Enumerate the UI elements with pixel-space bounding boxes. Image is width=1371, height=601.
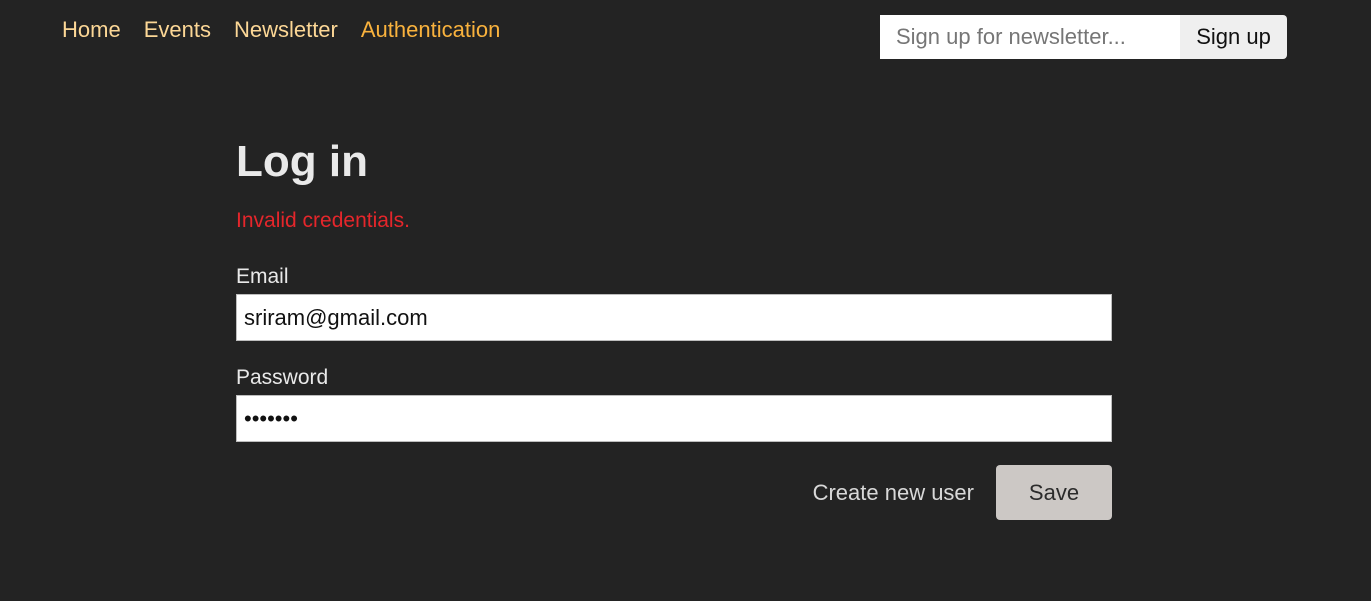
password-label: Password <box>236 366 329 389</box>
newsletter-signup-form: Sign up <box>880 15 1287 59</box>
save-button[interactable]: Save <box>996 465 1112 520</box>
newsletter-email-input[interactable] <box>880 15 1180 59</box>
password-input[interactable] <box>236 395 1112 442</box>
nav-authentication-link[interactable]: Authentication <box>361 17 500 43</box>
error-message: Invalid credentials. <box>236 209 410 232</box>
nav-home-link[interactable]: Home <box>62 17 121 43</box>
email-input[interactable] <box>236 294 1112 341</box>
page: Home Events Newsletter Authentication Si… <box>0 0 1371 601</box>
login-form: Log in Invalid credentials. Email Passwo… <box>236 134 1112 520</box>
email-label: Email <box>236 265 289 288</box>
main-nav: Home Events Newsletter Authentication <box>62 17 523 43</box>
nav-newsletter-link[interactable]: Newsletter <box>234 17 338 43</box>
page-title: Log in <box>236 137 368 186</box>
create-new-user-link[interactable]: Create new user <box>813 480 974 506</box>
nav-events-link[interactable]: Events <box>144 17 211 43</box>
form-actions: Create new user Save <box>236 465 1112 520</box>
newsletter-signup-button[interactable]: Sign up <box>1180 15 1287 59</box>
